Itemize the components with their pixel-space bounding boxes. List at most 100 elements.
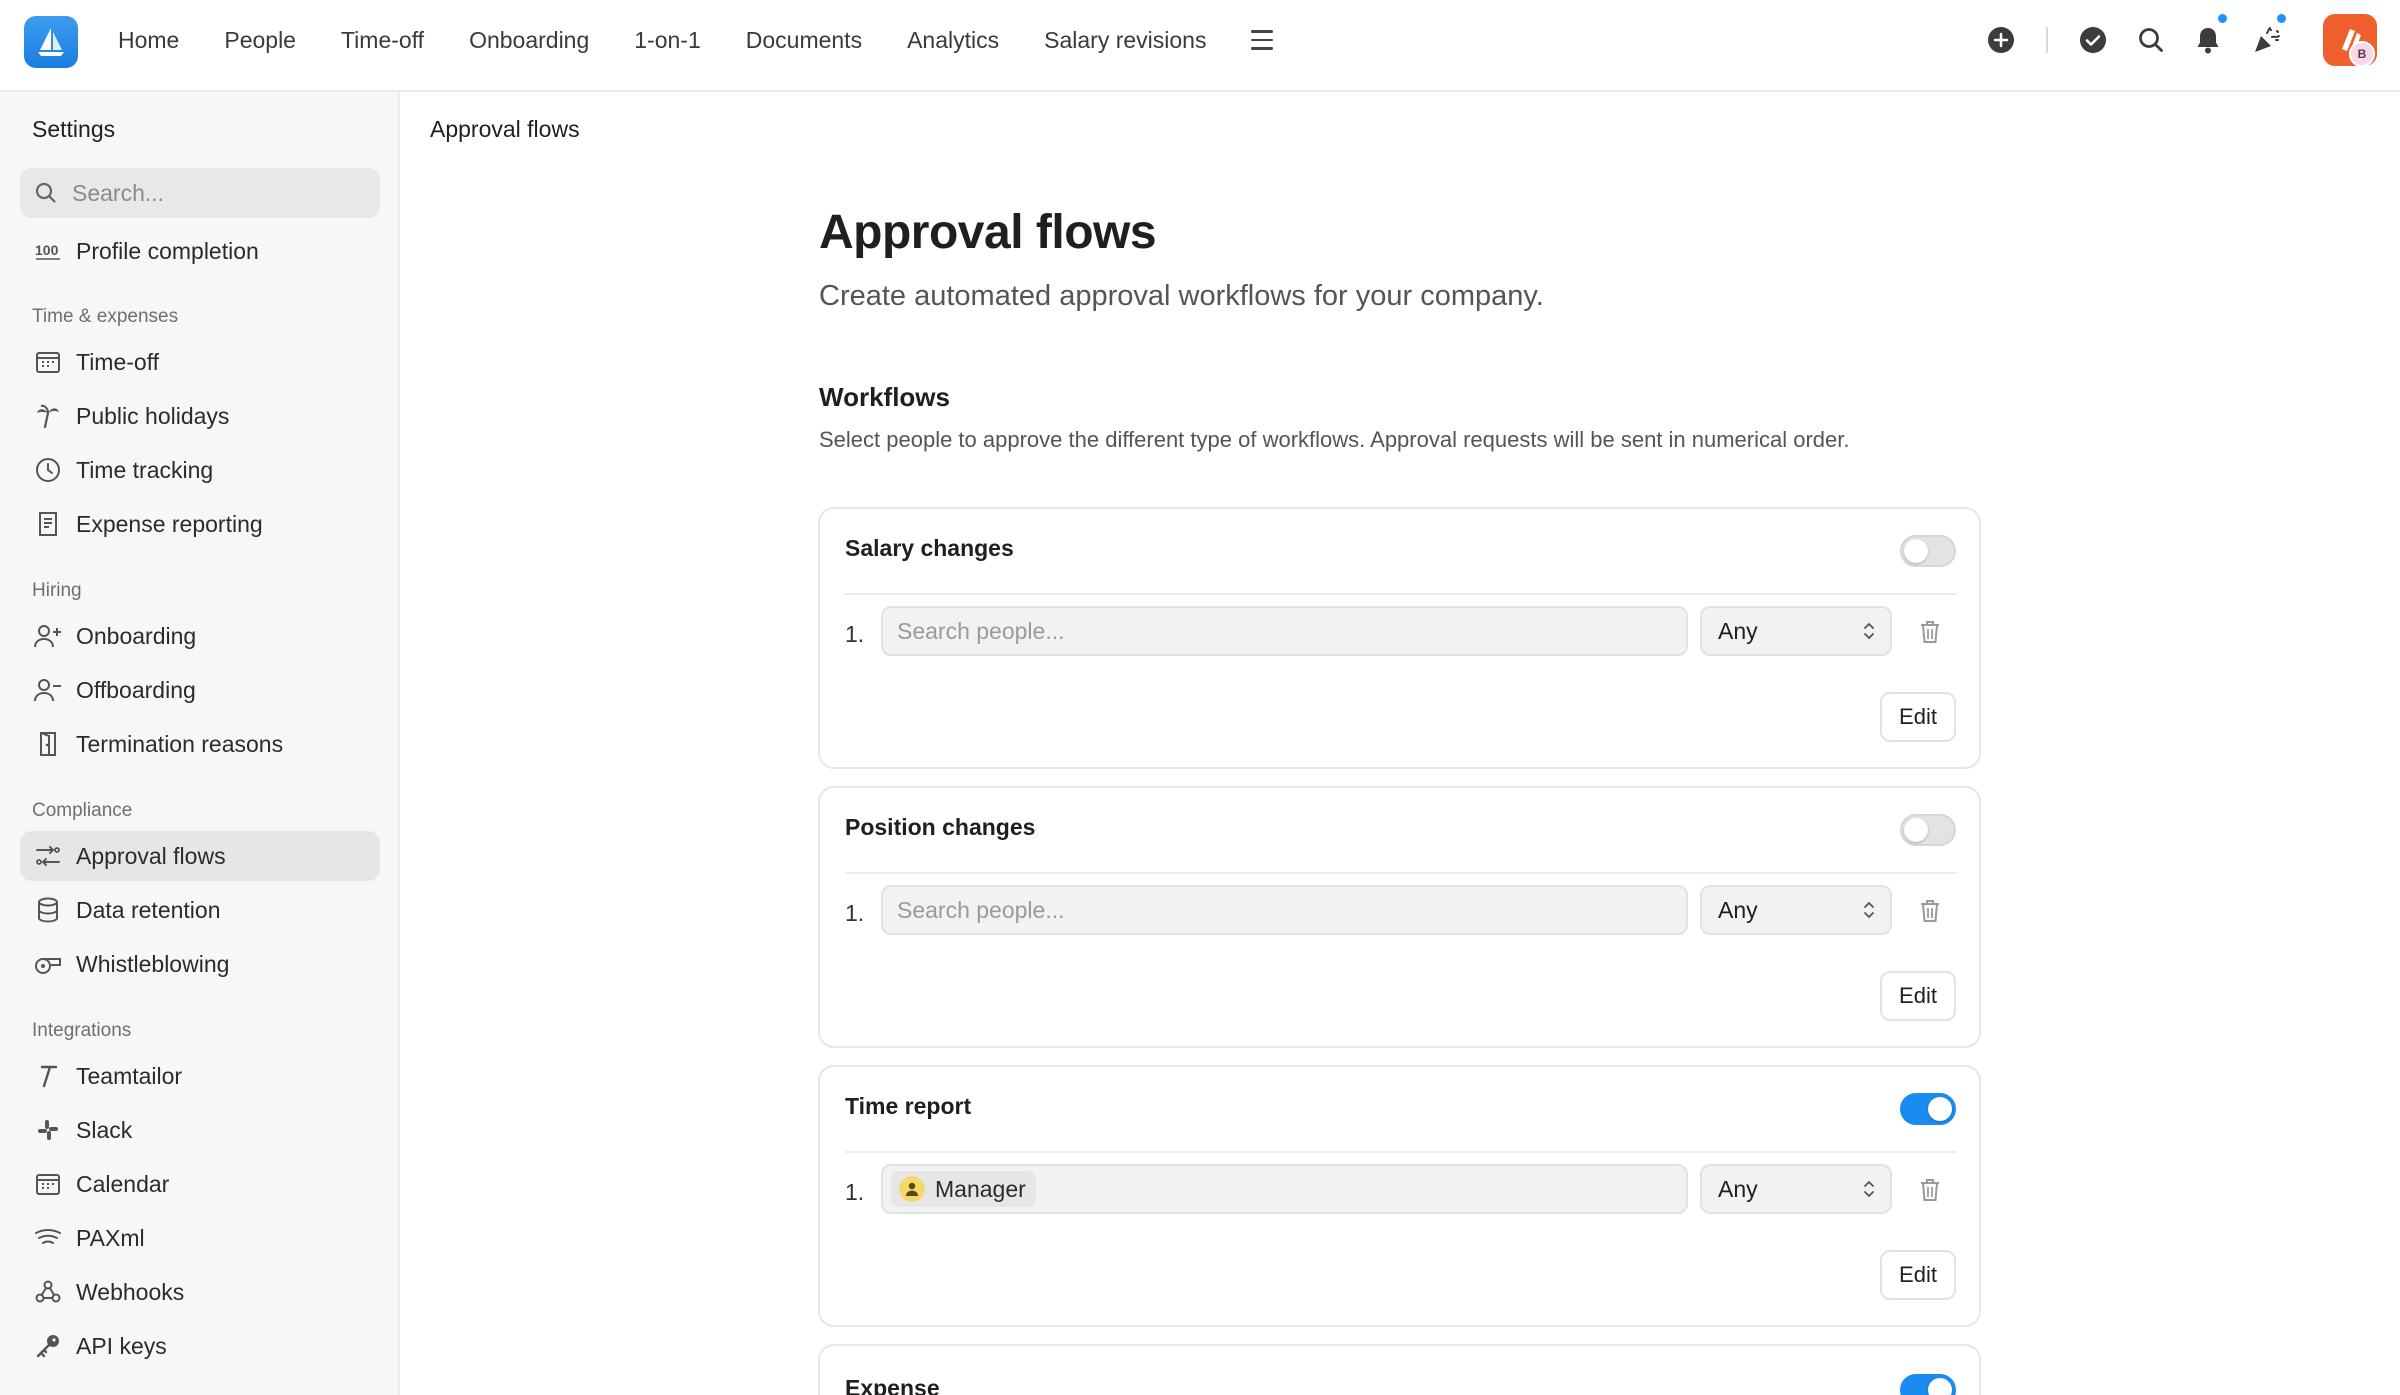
sidebar-item-calendar[interactable]: Calendar — [20, 1159, 380, 1209]
search-icon — [35, 182, 56, 203]
workflow-toggle[interactable] — [1900, 1374, 1956, 1395]
page-title: Approval flows — [819, 206, 1157, 259]
avatar-initial-badge: B — [2349, 41, 2375, 67]
sidebar-item-data-retention[interactable]: Data retention — [20, 885, 380, 935]
receipt-icon — [34, 510, 62, 538]
workflow-card-expense: Expense — [818, 1344, 1981, 1395]
sidebar-item-paxml[interactable]: PAXml — [20, 1213, 380, 1263]
sidebar-item-label: PAXml — [76, 1224, 145, 1251]
sidebar-item-label: Calendar — [76, 1170, 170, 1197]
trash-icon[interactable] — [1916, 897, 1944, 925]
sidebar-title: Settings — [32, 116, 116, 142]
workflows-heading: Workflows — [819, 382, 950, 412]
celebration-icon[interactable] — [2249, 12, 2288, 58]
sidebar-item-label: Termination reasons — [76, 730, 284, 757]
workflow-card-position-changes: Position changes 1. Any Edit — [818, 786, 1981, 1048]
person-remove-icon — [34, 676, 62, 704]
bell-icon[interactable] — [2190, 12, 2229, 58]
sidebar-item-onboarding[interactable]: Onboarding — [20, 611, 380, 661]
nav-analytics[interactable]: Analytics — [907, 27, 999, 54]
select-value: Any — [1718, 896, 1758, 923]
trash-icon[interactable] — [1916, 618, 1944, 646]
calendar-icon — [34, 1170, 62, 1198]
card-divider — [845, 872, 1957, 874]
approval-mode-select[interactable]: Any — [1700, 606, 1892, 656]
sidebar-item-public-holidays[interactable]: Public holidays — [20, 391, 380, 441]
add-icon[interactable] — [1983, 22, 2019, 58]
chevron-updown-icon — [1864, 622, 1874, 640]
app-logo[interactable] — [24, 16, 78, 68]
check-circle-icon[interactable] — [2075, 22, 2111, 58]
sidebar-item-teamtailor[interactable]: Teamtailor — [20, 1051, 380, 1101]
celebration-badge — [2275, 12, 2288, 25]
top-bar: Home People Time-off Onboarding 1-on-1 D… — [0, 0, 2400, 92]
sidebar-search — [20, 168, 380, 218]
chevron-updown-icon — [1864, 901, 1874, 919]
nav-documents[interactable]: Documents — [746, 27, 862, 54]
card-divider — [845, 1151, 1957, 1153]
sidebar-item-api-keys[interactable]: API keys — [20, 1321, 380, 1371]
whistle-icon — [34, 950, 62, 978]
workflow-title: Time report — [845, 1093, 972, 1119]
approver-step-number: 1. — [845, 1179, 865, 1205]
edit-button[interactable]: Edit — [1880, 1250, 1956, 1300]
sidebar-item-offboarding[interactable]: Offboarding — [20, 665, 380, 715]
workflow-card-time-report: Time report 1. Manager Any Edit — [818, 1065, 1981, 1327]
nav-salary-revisions[interactable]: Salary revisions — [1044, 27, 1206, 54]
sidebar-item-expense-reporting[interactable]: Expense reporting — [20, 499, 380, 549]
sidebar-item-whistleblowing[interactable]: Whistleblowing — [20, 939, 380, 989]
trash-icon[interactable] — [1916, 1176, 1944, 1204]
nav-time-off[interactable]: Time-off — [341, 27, 424, 54]
sidebar-item-time-tracking[interactable]: Time tracking — [20, 445, 380, 495]
section-hiring: Hiring — [32, 580, 82, 601]
edit-button[interactable]: Edit — [1880, 692, 1956, 742]
sidebar-item-label: Teamtailor — [76, 1062, 183, 1089]
search-people-input[interactable] — [897, 896, 1677, 924]
paxml-icon — [34, 1224, 62, 1252]
approver-chip[interactable]: Manager — [891, 1171, 1036, 1207]
sidebar-item-label: Whistleblowing — [76, 950, 230, 977]
section-integrations: Integrations — [32, 1020, 132, 1041]
person-icon — [899, 1176, 925, 1202]
sidebar-item-profile-completion[interactable]: 100 Profile completion — [20, 226, 380, 276]
sidebar-item-termination-reasons[interactable]: Termination reasons — [20, 719, 380, 769]
nav-home[interactable]: Home — [118, 27, 179, 54]
sidebar-item-label: Expense reporting — [76, 510, 263, 537]
search-people-input[interactable] — [897, 617, 1677, 645]
chevron-updown-icon — [1864, 1180, 1874, 1198]
approver-step-number: 1. — [845, 621, 865, 647]
slack-icon — [34, 1116, 62, 1144]
sidebar-search-input[interactable] — [72, 179, 362, 207]
nav-people[interactable]: People — [224, 27, 296, 54]
approval-mode-select[interactable]: Any — [1700, 885, 1892, 935]
workflow-toggle[interactable] — [1900, 1093, 1956, 1125]
workflow-toggle[interactable] — [1900, 535, 1956, 567]
sidebar-item-webhooks[interactable]: Webhooks — [20, 1267, 380, 1317]
approval-mode-select[interactable]: Any — [1700, 1164, 1892, 1214]
chip-label: Manager — [935, 1175, 1026, 1202]
door-icon — [34, 730, 62, 758]
sidebar-item-label: Onboarding — [76, 622, 197, 649]
section-time-expenses: Time & expenses — [32, 306, 179, 327]
workflow-toggle[interactable] — [1900, 814, 1956, 846]
database-icon — [34, 896, 62, 924]
more-menu-icon[interactable] — [1251, 30, 1274, 50]
workflow-title: Expense — [845, 1375, 940, 1395]
sidebar-item-label: Time-off — [76, 348, 160, 375]
search-icon[interactable] — [2133, 22, 2169, 58]
hundred-icon: 100 — [34, 237, 62, 265]
person-add-icon — [34, 622, 62, 650]
webhook-icon — [34, 1278, 62, 1306]
nav-1-on-1[interactable]: 1-on-1 — [634, 27, 700, 54]
workflows-description: Select people to approve the different t… — [819, 427, 1850, 452]
search-people-field — [881, 885, 1688, 935]
page-subtitle: Create automated approval workflows for … — [819, 280, 1544, 312]
nav-onboarding[interactable]: Onboarding — [469, 27, 589, 54]
edit-button[interactable]: Edit — [1880, 971, 1956, 1021]
select-value: Any — [1718, 1175, 1758, 1202]
sidebar-item-time-off[interactable]: Time-off — [20, 337, 380, 387]
sidebar-item-slack[interactable]: Slack — [20, 1105, 380, 1155]
sidebar-item-approval-flows[interactable]: Approval flows — [20, 831, 380, 881]
search-people-field[interactable]: Manager — [881, 1164, 1688, 1214]
sidebar-item-label: Approval flows — [76, 842, 226, 869]
